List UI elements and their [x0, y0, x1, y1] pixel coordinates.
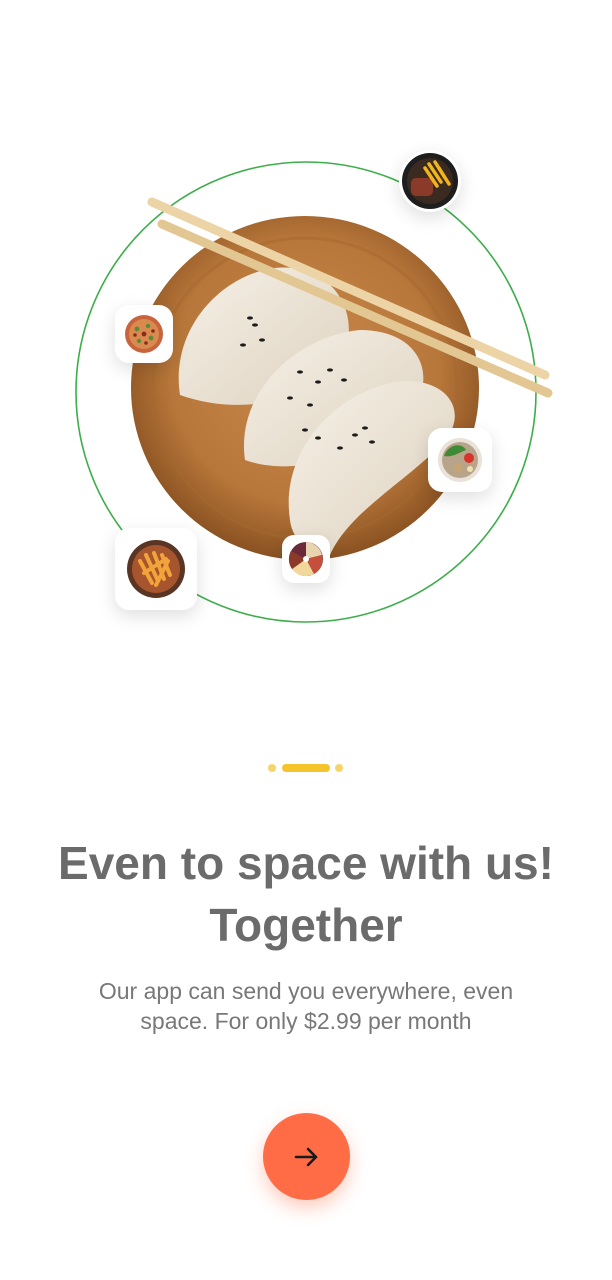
fries-basket-icon: [115, 528, 197, 610]
title-line-1: Even to space with us!: [58, 837, 554, 889]
title-line-2: Together: [209, 899, 403, 951]
pie-slices-icon: [282, 535, 330, 583]
page-dot-1[interactable]: [268, 764, 276, 772]
next-button[interactable]: [263, 1113, 350, 1200]
dumplings-plate-image: [131, 197, 553, 560]
onboarding-description: Our app can send you everywhere, even sp…: [70, 976, 542, 1036]
arrow-right-icon: [294, 1147, 317, 1166]
page-indicator: [0, 761, 612, 775]
page-dot-2-active[interactable]: [282, 764, 330, 772]
description-line-2: space. For only $2.99 per month: [140, 1008, 472, 1034]
steak-fries-icon: [399, 150, 461, 212]
onboarding-illustration: [0, 0, 612, 700]
onboarding-title: Even to space with us! Together: [0, 832, 612, 956]
food-illustration: [75, 161, 553, 623]
salad-bowl-icon: [428, 428, 492, 492]
description-line-1: Our app can send you everywhere, even: [98, 978, 514, 1004]
page-dot-3[interactable]: [335, 764, 343, 772]
pizza-icon: [115, 305, 173, 363]
